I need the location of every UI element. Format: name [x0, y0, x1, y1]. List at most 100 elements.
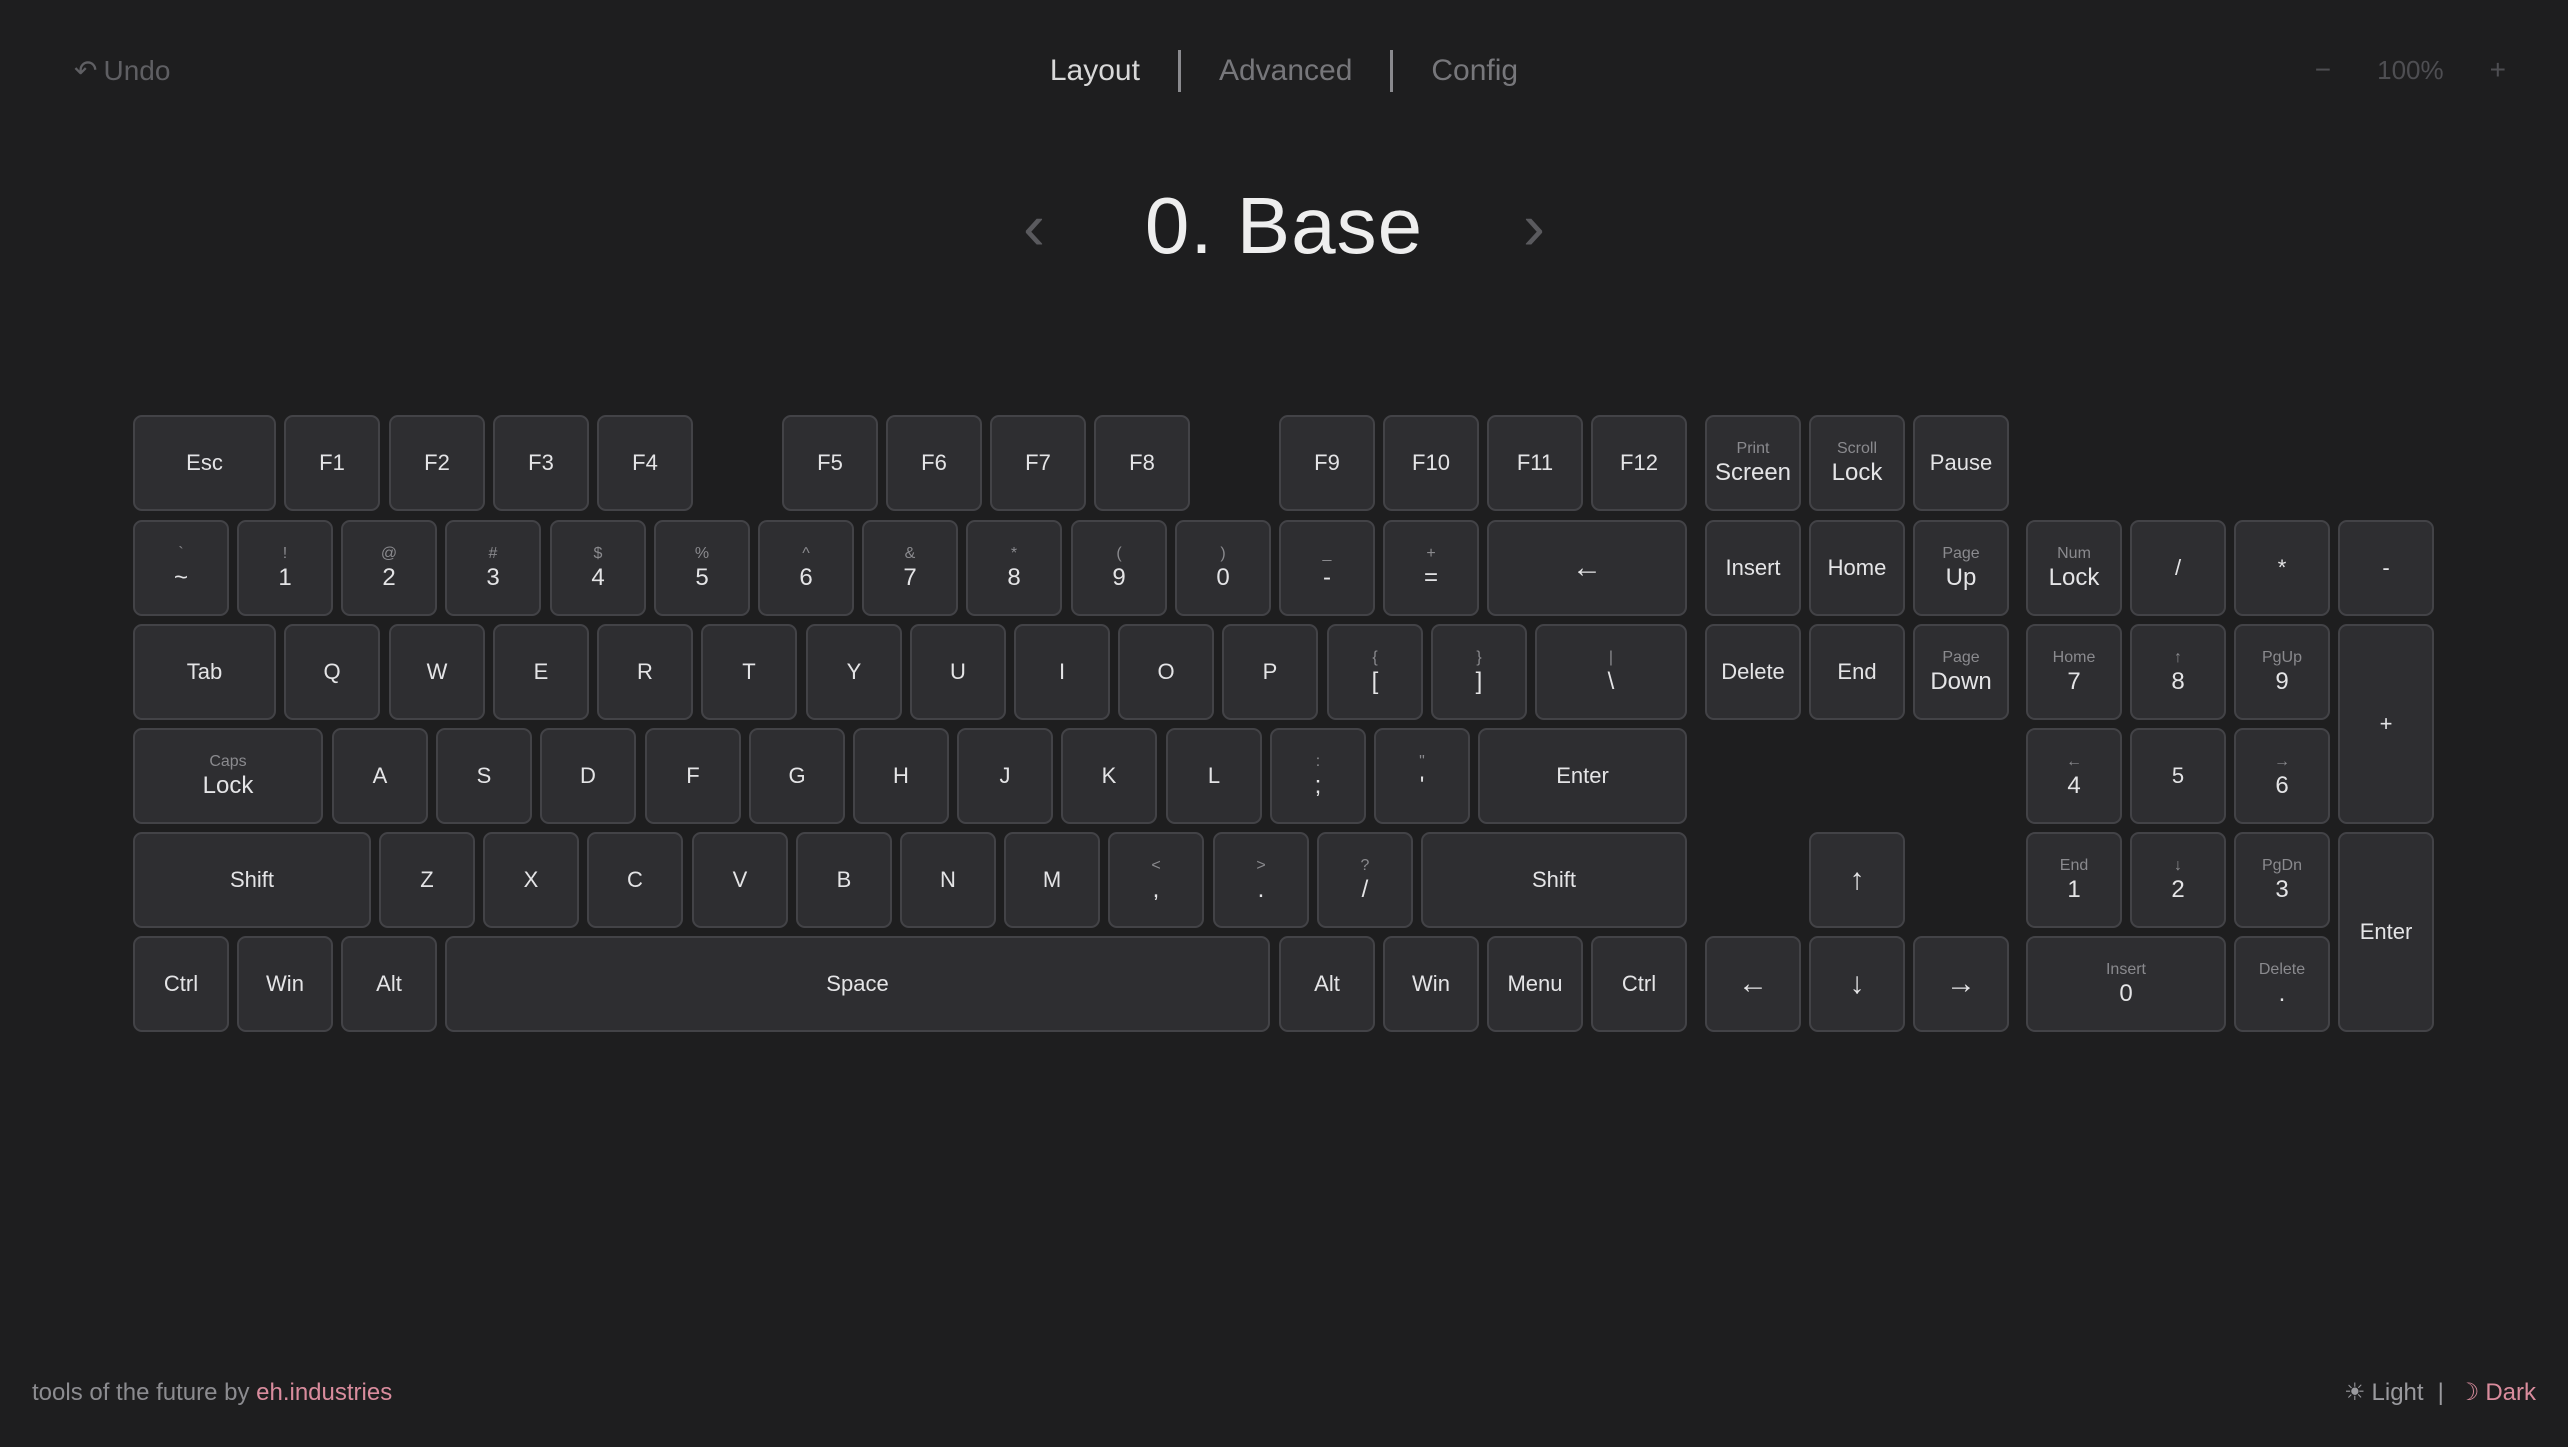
key[interactable]: U	[910, 624, 1006, 720]
key[interactable]: F6	[886, 415, 982, 511]
key[interactable]: ↑	[1809, 832, 1905, 928]
key[interactable]: F10	[1383, 415, 1479, 511]
next-layer-button[interactable]: ›	[1504, 188, 1564, 264]
key[interactable]: S	[436, 728, 532, 824]
key[interactable]: F7	[990, 415, 1086, 511]
key[interactable]: F1	[284, 415, 380, 511]
zoom-out-button[interactable]: −	[2315, 54, 2331, 86]
key[interactable]: Ctrl	[133, 936, 229, 1032]
key[interactable]: C	[587, 832, 683, 928]
key[interactable]: H	[853, 728, 949, 824]
key[interactable]: <,	[1108, 832, 1204, 928]
key[interactable]: * 8	[966, 520, 1062, 616]
key[interactable]: J	[957, 728, 1053, 824]
key[interactable]: F11	[1487, 415, 1583, 511]
key[interactable]: +	[2338, 624, 2434, 824]
key[interactable]: F	[645, 728, 741, 824]
key[interactable]: PgDn 3	[2234, 832, 2330, 928]
key[interactable]: K	[1061, 728, 1157, 824]
footer-link[interactable]: eh.industries	[256, 1379, 392, 1406]
key[interactable]: (9	[1071, 520, 1167, 616]
key[interactable]: G	[749, 728, 845, 824]
key[interactable]: Esc	[133, 415, 276, 511]
key[interactable]: Shift	[133, 832, 371, 928]
key[interactable]: End 1	[2026, 832, 2122, 928]
key[interactable]: *	[2234, 520, 2330, 616]
key[interactable]: Tab	[133, 624, 276, 720]
key[interactable]: Num Lock	[2026, 520, 2122, 616]
key[interactable]: Shift	[1421, 832, 1687, 928]
key[interactable]: ←	[1705, 936, 1801, 1032]
key[interactable]: ) 0	[1175, 520, 1271, 616]
key[interactable]: _ -	[1279, 520, 1375, 616]
key[interactable]: >.	[1213, 832, 1309, 928]
key[interactable]: Insert	[1705, 520, 1801, 616]
key[interactable]: O	[1118, 624, 1214, 720]
key[interactable]: @2	[341, 520, 437, 616]
key[interactable]: Q	[284, 624, 380, 720]
key[interactable]: Page Down	[1913, 624, 2009, 720]
key[interactable]: E	[493, 624, 589, 720]
key[interactable]: ? /	[1317, 832, 1413, 928]
key[interactable]: R	[597, 624, 693, 720]
key[interactable]: ←	[1487, 520, 1687, 616]
key[interactable]: ! 1	[237, 520, 333, 616]
key[interactable]: ↓ 2	[2130, 832, 2226, 928]
key[interactable]: Scroll Lock	[1809, 415, 1905, 511]
key[interactable]: $4	[550, 520, 646, 616]
key[interactable]: L	[1166, 728, 1262, 824]
key[interactable]: Page Up	[1913, 520, 2009, 616]
zoom-in-button[interactable]: +	[2490, 54, 2506, 86]
key[interactable]: Delete.	[2234, 936, 2330, 1032]
key[interactable]: F5	[782, 415, 878, 511]
key[interactable]: F2	[389, 415, 485, 511]
key[interactable]: & 7	[862, 520, 958, 616]
key[interactable]: F9	[1279, 415, 1375, 511]
key[interactable]: D	[540, 728, 636, 824]
key[interactable]: A	[332, 728, 428, 824]
key[interactable]: Space	[445, 936, 1270, 1032]
key[interactable]: Caps Lock	[133, 728, 323, 824]
tab-advanced[interactable]: Advanced	[1185, 54, 1386, 88]
key[interactable]: T	[701, 624, 797, 720]
key[interactable]: F3	[493, 415, 589, 511]
key[interactable]: ↓	[1809, 936, 1905, 1032]
key[interactable]: V	[692, 832, 788, 928]
key[interactable]: 5	[2130, 728, 2226, 824]
prev-layer-button[interactable]: ‹	[1004, 188, 1064, 264]
key[interactable]: W	[389, 624, 485, 720]
key[interactable]: Y	[806, 624, 902, 720]
key[interactable]: {[	[1327, 624, 1423, 720]
key[interactable]: M	[1004, 832, 1100, 928]
key[interactable]: Z	[379, 832, 475, 928]
key[interactable]: }]	[1431, 624, 1527, 720]
key[interactable]: Menu	[1487, 936, 1583, 1032]
key[interactable]: Enter	[1478, 728, 1687, 824]
key[interactable]: " '	[1374, 728, 1470, 824]
tab-layout[interactable]: Layout	[1016, 54, 1174, 88]
key[interactable]: N	[900, 832, 996, 928]
key[interactable]: -	[2338, 520, 2434, 616]
key[interactable]: F12	[1591, 415, 1687, 511]
tab-config[interactable]: Config	[1397, 54, 1552, 88]
key[interactable]: ` ~	[133, 520, 229, 616]
key[interactable]: Enter	[2338, 832, 2434, 1032]
theme-light-button[interactable]: ☀ Light	[2344, 1378, 2424, 1407]
key[interactable]: Win	[1383, 936, 1479, 1032]
key[interactable]: F8	[1094, 415, 1190, 511]
key[interactable]: :;	[1270, 728, 1366, 824]
key[interactable]: F4	[597, 415, 693, 511]
key[interactable]: I	[1014, 624, 1110, 720]
key[interactable]: Insert 0	[2026, 936, 2226, 1032]
key[interactable]: | \	[1535, 624, 1687, 720]
key[interactable]: + =	[1383, 520, 1479, 616]
key[interactable]: →	[1913, 936, 2009, 1032]
key[interactable]: Ctrl	[1591, 936, 1687, 1032]
key[interactable]: PgUp 9	[2234, 624, 2330, 720]
key[interactable]: Win	[237, 936, 333, 1032]
theme-dark-button[interactable]: ☽ Dark	[2458, 1378, 2536, 1407]
key[interactable]: B	[796, 832, 892, 928]
key[interactable]: ^ 6	[758, 520, 854, 616]
key[interactable]: Alt	[1279, 936, 1375, 1032]
key[interactable]: X	[483, 832, 579, 928]
